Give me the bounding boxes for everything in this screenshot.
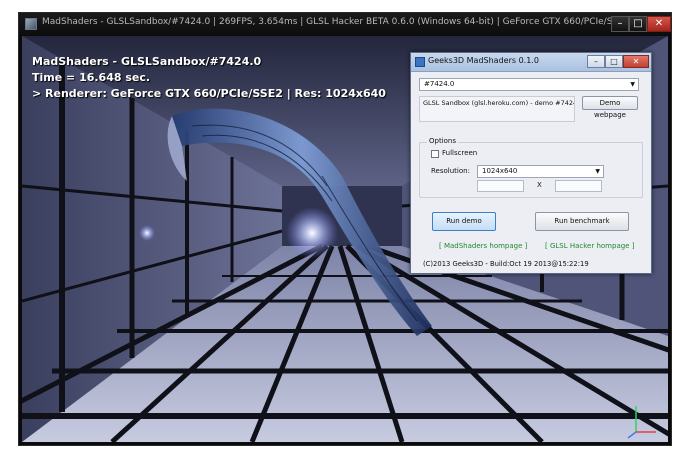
dialog-close-button[interactable]: ✕ [623,55,649,68]
main-window-title: MadShaders - GLSLSandbox/#7424.0 | 269FP… [42,17,630,27]
custom-height-input[interactable] [555,180,602,192]
demo-description: GLSL Sandbox (glsl.heroku.com) - demo #7… [419,96,575,122]
dialog-maximize-button[interactable]: □ [605,55,623,68]
fullscreen-label: Fullscreen [442,149,478,157]
overlay-time: Time = 16.648 sec. [32,71,151,84]
build-info: (C)2013 Geeks3D - Build:Oct 19 2013@15:2… [423,260,589,268]
dialog-title: Geeks3D MadShaders 0.1.0 [428,56,539,65]
demo-webpage-button[interactable]: Demo webpage [582,96,638,119]
chevron-down-icon: ▼ [595,168,600,175]
resolution-x-separator: X [537,181,542,189]
madshaders-dialog: Geeks3D MadShaders 0.1.0 – □ ✕ #7424.0 ▼… [410,52,652,274]
main-titlebar[interactable]: MadShaders - GLSLSandbox/#7424.0 | 269FP… [19,13,671,35]
close-button[interactable]: ✕ [647,16,671,32]
resolution-label: Resolution: [431,167,470,175]
dialog-titlebar[interactable]: Geeks3D MadShaders 0.1.0 – □ ✕ [411,53,651,72]
overlay-title: MadShaders - GLSLSandbox/#7424.0 [32,55,262,68]
dialog-minimize-button[interactable]: – [587,55,605,68]
overlay-renderer: > Renderer: GeForce GTX 660/PCIe/SSE2 | … [32,87,386,100]
preset-select-value: #7424.0 [424,80,455,88]
run-demo-button[interactable]: Run demo [432,212,496,231]
resolution-select[interactable]: 1024x640 ▼ [477,165,604,178]
glsl-hacker-homepage-link[interactable]: [ GLSL Hacker hompage ] [545,242,634,250]
custom-width-input[interactable] [477,180,524,192]
preset-select[interactable]: #7424.0 ▼ [419,78,639,91]
app-icon [25,18,37,30]
minimize-button[interactable]: – [611,16,629,32]
app-icon [415,57,425,67]
resolution-select-value: 1024x640 [482,167,518,175]
maximize-button[interactable]: □ [629,16,647,32]
madshaders-homepage-link[interactable]: [ MadShaders hompage ] [439,242,527,250]
chevron-down-icon: ▼ [630,81,635,88]
run-benchmark-button[interactable]: Run benchmark [535,212,629,231]
fullscreen-checkbox[interactable] [431,150,439,158]
options-label: Options [427,137,459,145]
